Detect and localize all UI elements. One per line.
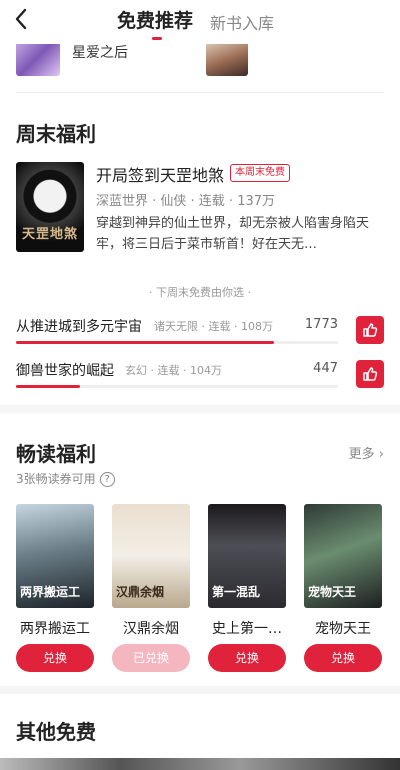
section-title-other: 其他免费 [16, 720, 96, 744]
thumbs-up-icon[interactable] [356, 360, 384, 388]
tab-new-books[interactable]: 新书入库 [210, 12, 274, 36]
book-title[interactable]: 宠物天王 [304, 618, 382, 638]
vote-progress-fill [16, 341, 274, 344]
vote-row: 从推进城到多元宇宙 诸天无限 · 连载 · 108万 1773 [16, 316, 384, 356]
coupon-text: 3张畅读券可用 [16, 472, 96, 486]
featured-book-meta: 深蓝世界 · 仙侠 · 连载 · 137万 [96, 194, 276, 209]
more-link[interactable]: 更多 › [349, 443, 384, 462]
vote-progress-bar [16, 385, 338, 388]
book-cover[interactable]: 宠物天王 [304, 504, 382, 608]
book-cover[interactable] [206, 44, 248, 76]
book-card[interactable]: 第一混乱 史上第一… 兑换 [208, 504, 286, 672]
vote-book-meta: 诸天无限 · 连载 · 108万 [154, 320, 273, 333]
section-separator [0, 405, 400, 413]
cover-text: 汉鼎余烟 [116, 585, 165, 599]
vote-progress-fill [16, 385, 81, 388]
cover-text: 第一混乱 [212, 585, 261, 599]
coupon-info: 3张畅读券可用? [16, 470, 115, 487]
redeem-button[interactable]: 兑换 [304, 644, 382, 672]
vote-book-title[interactable]: 御兽世家的崛起 [16, 360, 114, 380]
free-badge: 本周末免费 [230, 164, 290, 182]
question-icon[interactable]: ? [99, 472, 115, 487]
book-card[interactable]: 汉鼎余烟 汉鼎余烟 已兑换 [112, 504, 190, 672]
vote-count: 1773 [304, 317, 338, 332]
top-bar: 免费推荐 新书入库 [0, 0, 400, 44]
tab-indicator [152, 37, 162, 40]
book-cover[interactable]: 第一混乱 [208, 504, 286, 608]
vote-progress-bar [16, 341, 338, 344]
vote-book-meta: 玄幻 · 连载 · 104万 [125, 364, 222, 377]
book-card[interactable]: 宠物天王 宠物天王 兑换 [304, 504, 382, 672]
cover-text: 宠物天王 [308, 585, 357, 599]
cover-text: 天罡地煞 [22, 227, 79, 242]
section-title-reading: 畅读福利 [16, 442, 96, 466]
thumbs-up-icon[interactable] [356, 316, 384, 344]
book-cover[interactable]: 两界搬运工 [16, 504, 94, 608]
featured-book-description: 穿越到神异的仙土世界，却无奈被人陷害身陷天牢，将三日后于菜市斩首！好在天无… [96, 216, 370, 252]
vote-hint: · 下周末免费由你选 · [149, 286, 251, 299]
section-title-weekend: 周末福利 [16, 122, 96, 146]
back-arrow-icon[interactable] [14, 8, 36, 34]
vote-row: 御兽世家的崛起 玄幻 · 连载 · 104万 447 [16, 360, 384, 400]
book-cover[interactable] [16, 44, 60, 76]
tab-free-recommend[interactable]: 免费推荐 [117, 9, 193, 33]
redeem-button[interactable]: 兑换 [208, 644, 286, 672]
book-title[interactable]: 史上第一… [208, 618, 286, 638]
book-title[interactable]: 星爱之后 [72, 44, 128, 62]
featured-book-cover[interactable]: 天罡地煞 [16, 162, 84, 252]
book-card[interactable]: 两界搬运工 两界搬运工 兑换 [16, 504, 94, 672]
next-list-preview[interactable] [0, 758, 400, 770]
vote-book-title[interactable]: 从推进城到多元宇宙 [16, 316, 142, 336]
vote-count: 447 [313, 361, 338, 376]
section-separator [0, 686, 400, 694]
book-title[interactable]: 汉鼎余烟 [112, 618, 190, 638]
cover-text: 两界搬运工 [20, 585, 81, 599]
book-cover[interactable]: 汉鼎余烟 [112, 504, 190, 608]
book-title[interactable]: 两界搬运工 [16, 618, 94, 638]
redeemed-button[interactable]: 已兑换 [112, 644, 190, 672]
redeem-button[interactable]: 兑换 [16, 644, 94, 672]
featured-book-title[interactable]: 开局签到天罡地煞 [96, 162, 224, 186]
divider [16, 92, 384, 93]
previous-list-row[interactable]: 星爱之后 [0, 44, 400, 86]
